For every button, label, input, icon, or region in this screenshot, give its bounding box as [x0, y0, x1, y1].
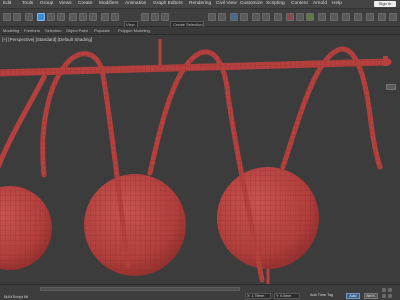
workspace-icon[interactable]	[330, 13, 338, 21]
sphere-left	[0, 186, 52, 270]
menu-bar: Edit Tools Group Views Create Modifiers …	[0, 0, 400, 9]
tab-modeling[interactable]: Modeling	[3, 28, 19, 34]
menu-help[interactable]: Help	[332, 1, 342, 7]
viewport-maximize-toggle[interactable]	[386, 84, 396, 90]
project-folder-icon[interactable]	[342, 13, 350, 21]
select-by-name-icon[interactable]	[47, 13, 55, 21]
hook-wire	[0, 73, 48, 170]
schematic-view-icon[interactable]	[262, 13, 270, 21]
menu-animation[interactable]: Animation	[125, 1, 146, 7]
ribbon-tabs: Modeling Freeform Selection Object Paint…	[0, 27, 400, 35]
menu-arnold[interactable]: Arnold	[313, 1, 327, 7]
menu-edit[interactable]: Edit	[3, 1, 11, 7]
placement-icon[interactable]	[101, 13, 109, 21]
auto-key-button[interactable]: Auto	[346, 293, 360, 299]
redo-icon[interactable]	[13, 13, 21, 21]
menu-civil-view[interactable]: Civil View	[216, 1, 237, 7]
more-icon[interactable]	[389, 13, 397, 21]
toggle-ribbon-icon[interactable]	[240, 13, 248, 21]
undo-icon[interactable]	[3, 13, 11, 21]
rod-end-cap	[383, 56, 388, 66]
pan-icon[interactable]	[382, 294, 386, 298]
menu-content[interactable]: Content	[291, 1, 308, 7]
rendered-frame-icon[interactable]	[296, 13, 304, 21]
angle-snap-icon[interactable]	[161, 13, 169, 21]
material-editor-icon[interactable]	[274, 13, 282, 21]
sphere-middle	[84, 174, 186, 276]
snap-toggle-icon[interactable]	[151, 13, 159, 21]
menu-create[interactable]: Create	[78, 1, 92, 7]
select-object-icon[interactable]	[37, 13, 45, 21]
add-time-tag-button[interactable]: Add Time Tag	[310, 293, 333, 297]
tab-selection[interactable]: Selection	[45, 28, 61, 34]
menu-group[interactable]: Group	[40, 1, 53, 7]
tab-freeform[interactable]: Freeform	[24, 28, 40, 34]
menu-modifiers[interactable]: Modifiers	[99, 1, 118, 7]
main-toolbar: View Create Selection Se	[0, 9, 400, 32]
render-setup-icon[interactable]	[286, 13, 294, 21]
status-bar: MAXScript Mi X: 1.79mm Y: 0.0mm Add Time…	[0, 284, 400, 300]
sign-in-button[interactable]: Sign In	[374, 1, 396, 7]
menu-graph-editors[interactable]: Graph Editors	[153, 1, 183, 7]
viewport-scene	[0, 39, 392, 284]
render-production-icon[interactable]	[306, 13, 314, 21]
menu-views[interactable]: Views	[59, 1, 72, 7]
viewport-label[interactable]: [+] [Perspective] [Standard] [Default Sh…	[2, 37, 92, 42]
set-key-button[interactable]: Set K.	[364, 293, 378, 299]
sphere-right	[217, 167, 319, 269]
align-icon[interactable]	[218, 13, 226, 21]
move-icon[interactable]	[69, 13, 77, 21]
save-icon[interactable]	[378, 13, 386, 21]
rectangle-select-icon[interactable]	[57, 13, 65, 21]
rotate-icon[interactable]	[79, 13, 87, 21]
viewport-navigation-controls	[382, 288, 398, 299]
coord-x-field[interactable]: X: 1.79mm	[245, 293, 271, 299]
open-icon[interactable]	[366, 13, 374, 21]
tab-object-paint[interactable]: Object Paint	[66, 28, 88, 34]
mirror-icon[interactable]	[208, 13, 216, 21]
ribbon-panel-label: Polygon Modeling	[118, 28, 150, 33]
zoom-all-icon[interactable]	[388, 288, 392, 292]
zoom-icon[interactable]	[382, 288, 386, 292]
arnold-icon[interactable]	[318, 13, 326, 21]
curve-editor-icon[interactable]	[252, 13, 260, 21]
scale-icon[interactable]	[89, 13, 97, 21]
scene-explorer-icon[interactable]	[354, 13, 362, 21]
pivot-icon[interactable]	[141, 13, 149, 21]
menu-customize[interactable]: Customize	[240, 1, 263, 7]
time-slider[interactable]	[40, 287, 240, 291]
link-icon[interactable]	[25, 13, 33, 21]
perspective-viewport[interactable]: [+] [Perspective] [Standard] [Default Sh…	[0, 35, 400, 284]
orbit-icon[interactable]	[388, 294, 392, 298]
coord-y-field[interactable]: Y: 0.0mm	[274, 293, 300, 299]
reference-coord-icon[interactable]	[111, 13, 119, 21]
menu-tools[interactable]: Tools	[22, 1, 33, 7]
menu-rendering[interactable]: Rendering	[189, 1, 211, 7]
maxscript-listener[interactable]: MAXScript Mi	[4, 294, 28, 299]
menu-scripting[interactable]: Scripting	[266, 1, 285, 7]
tab-populate[interactable]: Populate	[94, 28, 110, 34]
layer-explorer-icon[interactable]	[230, 13, 238, 21]
